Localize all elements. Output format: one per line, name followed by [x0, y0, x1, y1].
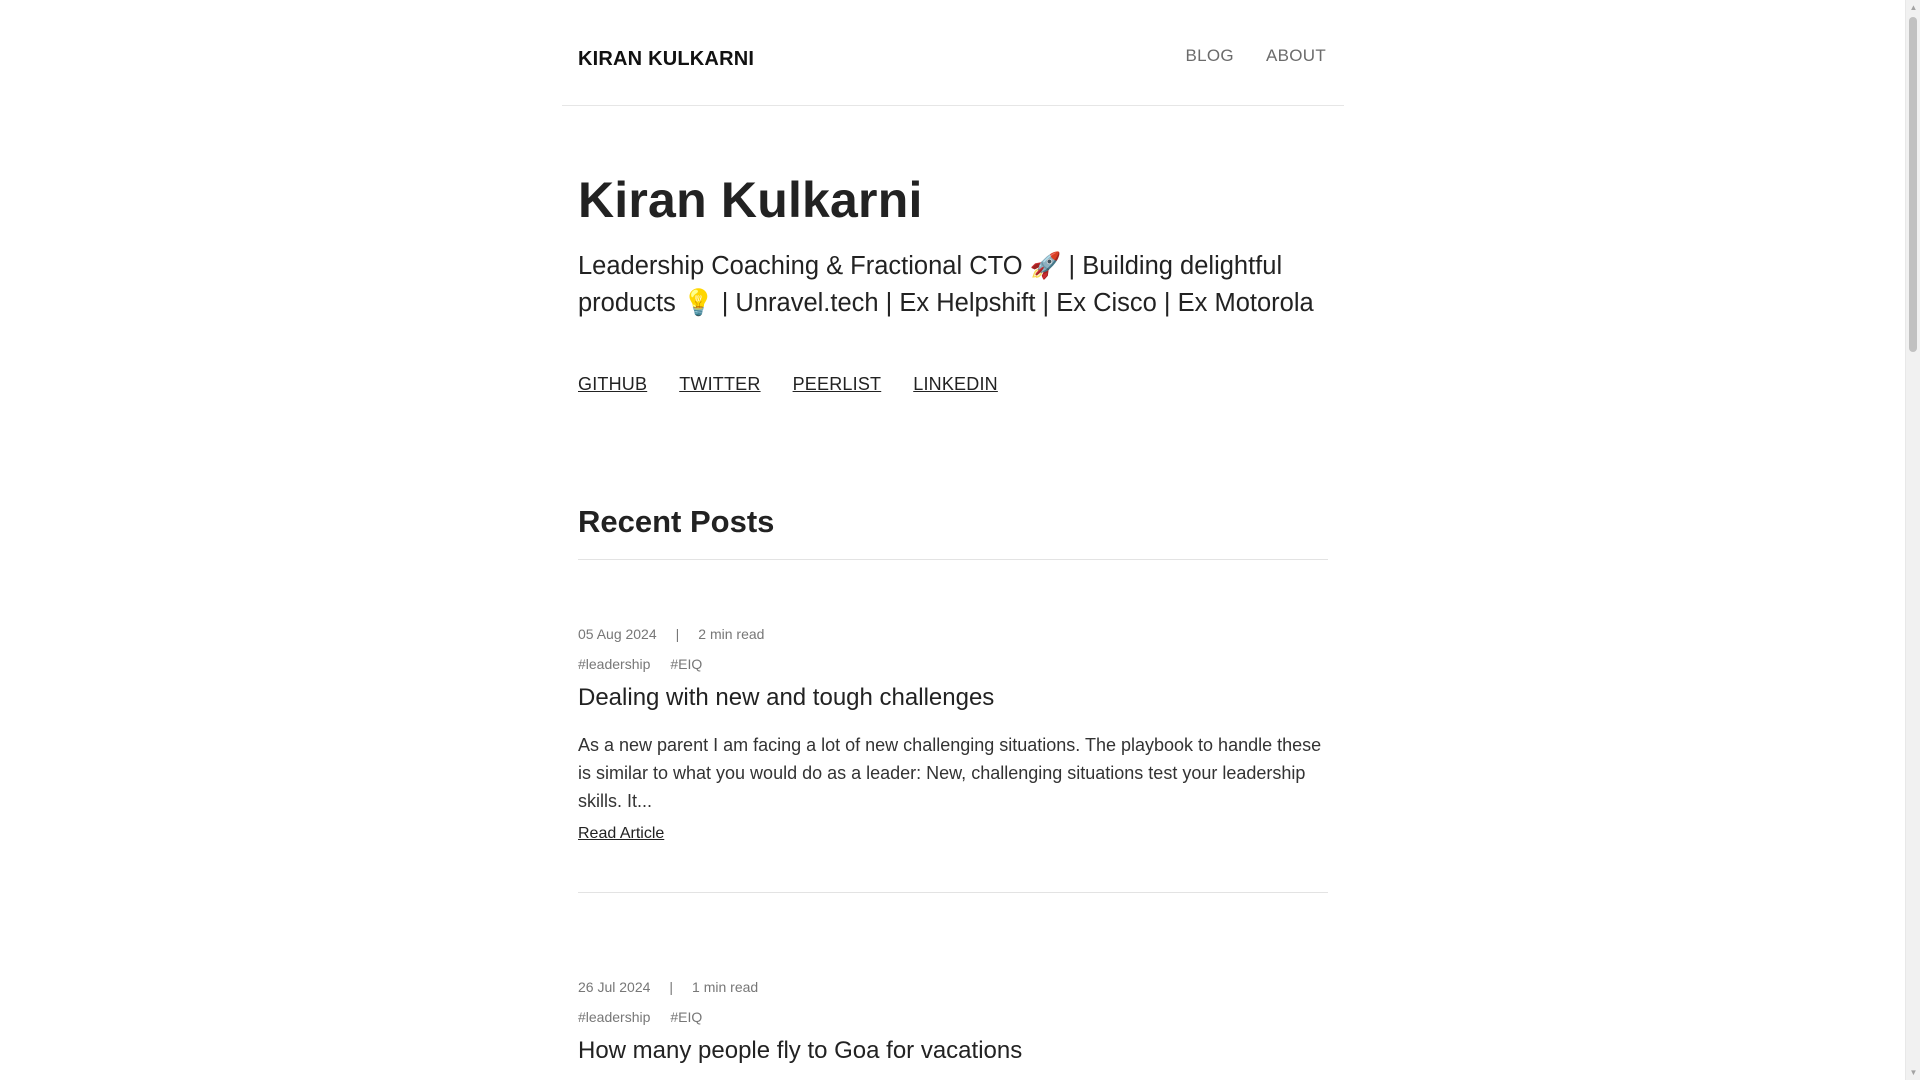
- post-excerpt: As a new parent I am facing a lot of new…: [578, 735, 1322, 811]
- social-links: GITHUB TWITTER PEERLIST LINKEDIN: [578, 374, 998, 395]
- post-date: 05 Aug 2024: [578, 626, 657, 642]
- social-link-peerlist[interactable]: PEERLIST: [793, 374, 882, 395]
- post-tags: #leadership #EIQ: [578, 1009, 702, 1025]
- meta-separator: |: [669, 979, 674, 995]
- post-meta: 26 Jul 2024 | 1 min read: [578, 979, 758, 995]
- social-link-linkedin[interactable]: LINKEDIN: [913, 374, 998, 395]
- main-nav: BLOG ABOUT: [1185, 46, 1326, 66]
- tag-link[interactable]: #leadership: [578, 656, 650, 672]
- recent-posts-heading: Recent Posts: [578, 504, 775, 539]
- meta-separator: |: [675, 626, 680, 642]
- social-link-github[interactable]: GITHUB: [578, 374, 647, 395]
- vertical-scrollbar[interactable]: ▲ ▼: [1905, 0, 1920, 1080]
- post-tags: #leadership #EIQ: [578, 656, 702, 672]
- scroll-up-arrow-icon[interactable]: ▲: [1906, 0, 1920, 15]
- page: KIRAN KULKARNI BLOG ABOUT Kiran Kulkarni…: [0, 0, 1905, 1080]
- read-article-link[interactable]: Read Article: [578, 825, 664, 843]
- tag-link[interactable]: #EIQ: [670, 656, 702, 672]
- hero-tagline: Leadership Coaching & Fractional CTO 🚀 |…: [578, 252, 1314, 317]
- social-link-twitter[interactable]: TWITTER: [679, 374, 760, 395]
- site-header: KIRAN KULKARNI BLOG ABOUT: [562, 0, 1344, 106]
- section-divider: [578, 559, 1328, 560]
- post-divider: [578, 892, 1328, 893]
- post-read-time: 1 min read: [692, 979, 759, 995]
- tag-link[interactable]: #leadership: [578, 1009, 650, 1025]
- post-title-link[interactable]: How many people fly to Goa for vacations: [578, 1037, 1022, 1065]
- nav-link-blog[interactable]: BLOG: [1185, 46, 1233, 66]
- nav-link-about[interactable]: ABOUT: [1266, 46, 1326, 66]
- page-container: KIRAN KULKARNI BLOG ABOUT Kiran Kulkarni…: [562, 0, 1344, 1064]
- post-read-time: 2 min read: [698, 626, 765, 642]
- post-date: 26 Jul 2024: [578, 979, 651, 995]
- browser-viewport: KIRAN KULKARNI BLOG ABOUT Kiran Kulkarni…: [0, 0, 1920, 1080]
- scrollbar-thumb[interactable]: [1909, 17, 1917, 352]
- hero-title: Kiran Kulkarni: [578, 172, 923, 228]
- post-title-link[interactable]: Dealing with new and tough challenges: [578, 684, 994, 712]
- scroll-down-arrow-icon[interactable]: ▼: [1906, 1065, 1920, 1080]
- tag-link[interactable]: #EIQ: [670, 1009, 702, 1025]
- post-meta: 05 Aug 2024 | 2 min read: [578, 626, 764, 642]
- site-brand-link[interactable]: KIRAN KULKARNI: [578, 48, 754, 71]
